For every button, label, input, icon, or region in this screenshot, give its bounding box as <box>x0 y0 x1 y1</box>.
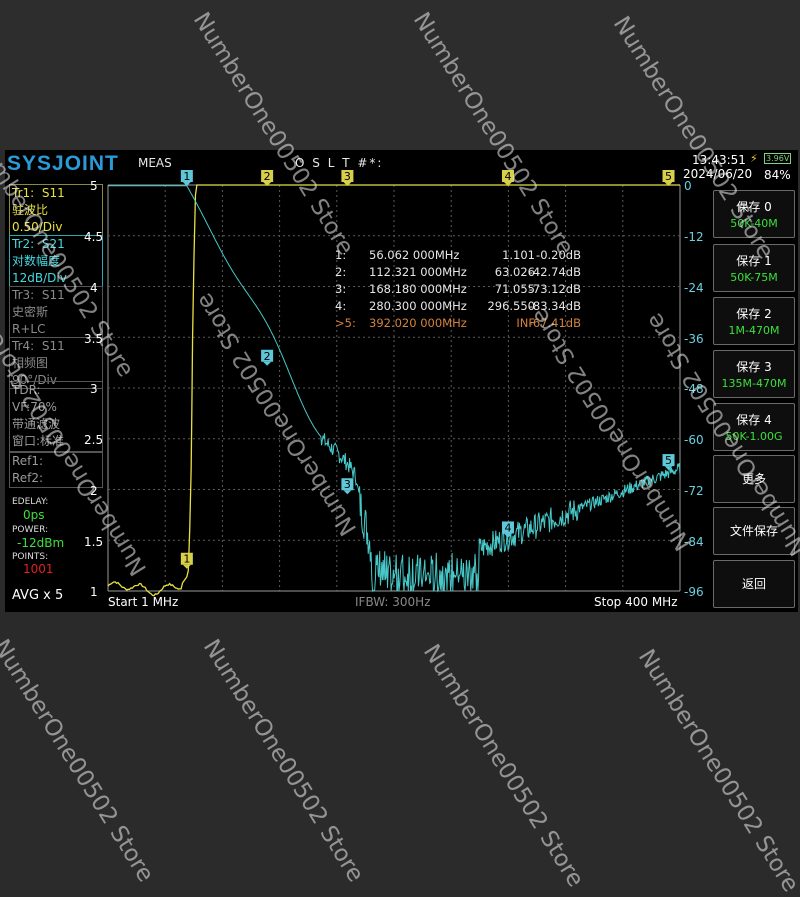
save-3-button[interactable]: 保存 3 135M-470M <box>713 350 795 398</box>
button-subtitle: 1M-470M <box>728 324 780 337</box>
marker-frequency: 56.062 000MHz <box>369 248 460 262</box>
top-marker-flag-3: 3 <box>341 170 354 186</box>
marker-row-2[interactable]: 2: 112.321 000MHz 63.026 -42.74dB <box>335 264 595 281</box>
top-marker-flag-1-label: 1 <box>183 170 190 183</box>
right-tick-0: 0 <box>684 179 692 193</box>
marker-db: -42.74dB <box>528 265 581 279</box>
left-tick-4: 3 <box>90 382 98 396</box>
start-frequency[interactable]: Start 1 MHz <box>108 595 178 609</box>
left-tick-1: 4.5 <box>84 230 104 244</box>
trace-2-marker-flag-5-label: 5 <box>665 454 672 467</box>
right-tick-5: -60 <box>684 433 704 447</box>
marker-db: -73.12dB <box>528 282 581 296</box>
marker-index: 4: <box>335 299 347 313</box>
back-button[interactable]: 返回 <box>713 560 795 608</box>
trace-1-marker-flag-label: 1 <box>183 553 190 566</box>
marker-frequency: 392.020 000MHz <box>369 316 467 330</box>
left-tick-8: 1 <box>90 585 98 599</box>
trace-2-marker-flag-4-label: 4 <box>504 521 511 534</box>
top-marker-flag-5: 5 <box>662 170 675 186</box>
button-title: 保存 3 <box>736 360 772 374</box>
trace-1-marker-flag: 1 <box>180 552 193 569</box>
trace-2-marker-flag-2: 2 <box>261 349 274 366</box>
left-tick-0: 5 <box>90 179 98 193</box>
marker-row-4[interactable]: 4: 280.300 000MHz 296.550 -83.34dB <box>335 298 595 315</box>
stop-frequency[interactable]: Stop 400 MHz <box>594 595 678 609</box>
button-title: 返回 <box>741 577 766 591</box>
right-tick-1: -12 <box>684 230 704 244</box>
top-marker-flag-1: 1 <box>180 170 193 186</box>
trace-2-marker-flag-3: 3 <box>341 478 354 495</box>
top-marker-flag-2: 2 <box>261 170 274 186</box>
marker-frequency: 168.180 000MHz <box>369 282 467 296</box>
marker-row-3[interactable]: 3: 168.180 000MHz 71.055 -73.12dB <box>335 281 595 298</box>
trace-2-marker-flag-5: 5 <box>662 454 675 471</box>
marker-index: 3: <box>335 282 347 296</box>
marker-index: >5: <box>335 316 356 330</box>
right-tick-3: -36 <box>684 332 704 346</box>
trace-2-marker-flag-3-label: 3 <box>344 478 351 491</box>
top-marker-flag-3-label: 3 <box>344 170 351 183</box>
button-title: 保存 2 <box>736 307 772 321</box>
marker-index: 2: <box>335 265 347 279</box>
left-tick-5: 2.5 <box>84 433 104 447</box>
top-marker-flag-2-label: 2 <box>264 170 271 183</box>
button-subtitle: 135M-470M <box>721 377 787 390</box>
ifbw-value[interactable]: IFBW: 300Hz <box>355 595 431 609</box>
trace-2-marker-flag-2-label: 2 <box>264 350 271 363</box>
save-2-button[interactable]: 保存 2 1M-470M <box>713 297 795 345</box>
right-tick-6: -72 <box>684 484 704 498</box>
marker-frequency: 112.321 000MHz <box>369 265 467 279</box>
marker-frequency: 280.300 000MHz <box>369 299 467 313</box>
right-tick-8: -96 <box>684 585 704 599</box>
button-subtitle: 50K-75M <box>730 271 778 284</box>
top-marker-flag-5-label: 5 <box>665 170 672 183</box>
right-tick-2: -24 <box>684 281 704 295</box>
left-tick-7: 1.5 <box>84 535 104 549</box>
